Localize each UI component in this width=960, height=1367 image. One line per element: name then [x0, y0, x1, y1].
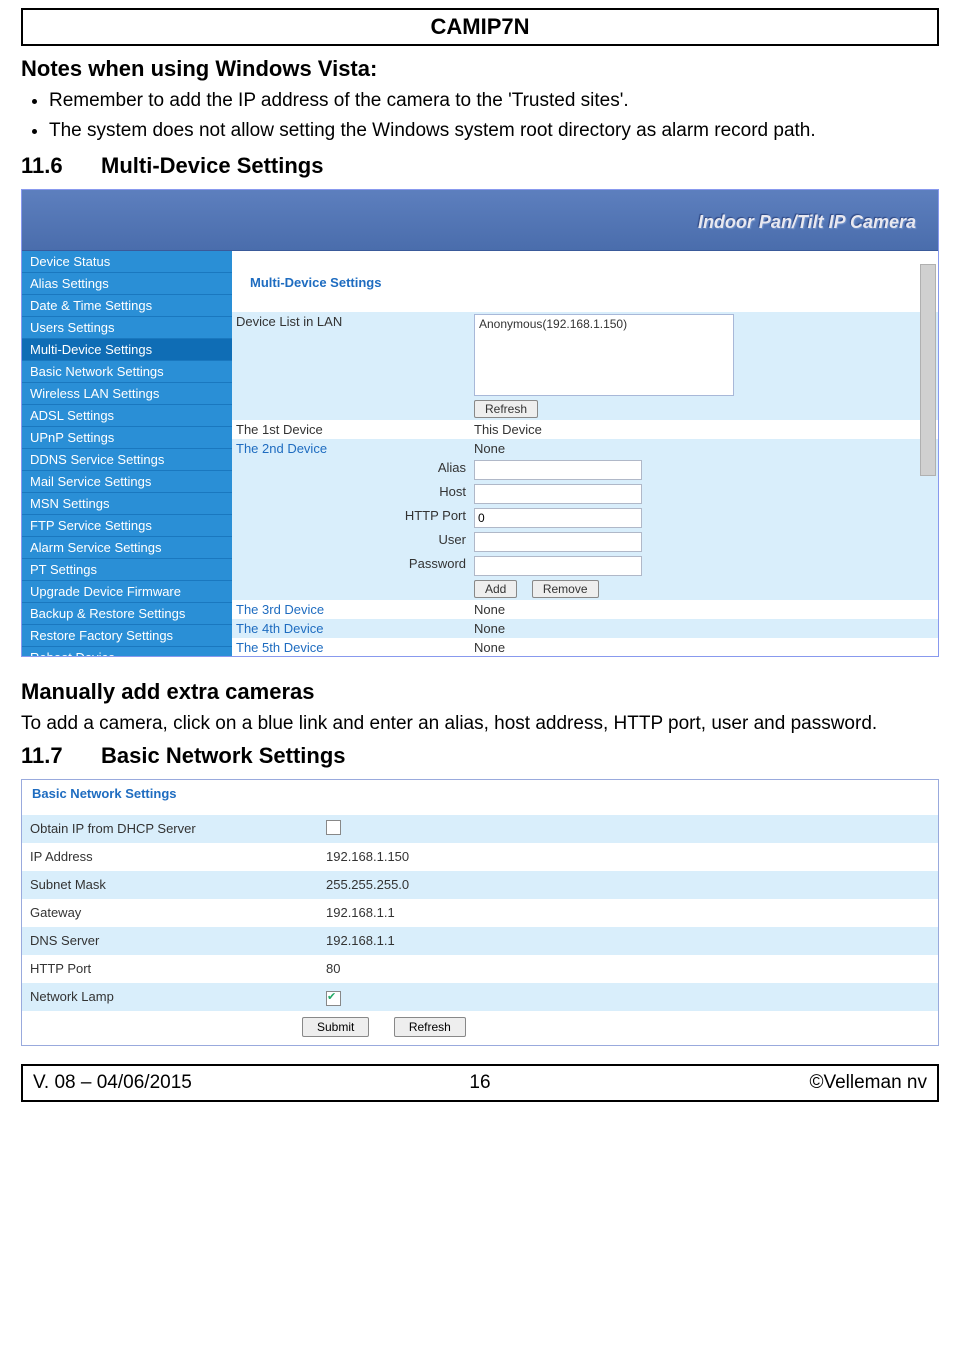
dns-server-label: DNS Server [22, 927, 318, 955]
notes-bullet: The system does not allow setting the Wi… [49, 118, 939, 144]
button-row: Submit Refresh [22, 1011, 938, 1045]
user-label: User [232, 530, 470, 554]
device-list-entry[interactable]: Anonymous(192.168.1.150) [479, 317, 627, 331]
sidebar-item-backup[interactable]: Backup & Restore Settings [22, 603, 232, 625]
http-port-label: HTTP Port [22, 955, 318, 983]
multi-device-screenshot: Indoor Pan/Tilt IP Camera Device Status … [21, 189, 939, 657]
network-lamp-label: Network Lamp [22, 983, 318, 1011]
section-title: Basic Network Settings [101, 743, 346, 769]
dhcp-label: Obtain IP from DHCP Server [22, 815, 318, 843]
settings-sidebar: Device Status Alias Settings Date & Time… [22, 251, 232, 657]
host-input[interactable] [474, 484, 642, 504]
dns-server-value: 192.168.1.1 [318, 927, 938, 955]
http-port-label: HTTP Port [232, 506, 470, 530]
footer-version-date: V. 08 – 04/06/2015 [33, 1072, 440, 1094]
host-label: Host [232, 482, 470, 506]
sidebar-item-pt[interactable]: PT Settings [22, 559, 232, 581]
sidebar-item-reboot[interactable]: Reboot Device [22, 647, 232, 657]
device-list-label: Device List in LAN [232, 312, 470, 420]
subnet-mask-label: Subnet Mask [22, 871, 318, 899]
gateway-value: 192.168.1.1 [318, 899, 938, 927]
sidebar-item-date-time[interactable]: Date & Time Settings [22, 295, 232, 317]
password-input[interactable] [474, 556, 642, 576]
section-number: 11.7 [21, 743, 81, 769]
notes-bullet-list: Remember to add the IP address of the ca… [49, 88, 939, 143]
product-title-box: CAMIP7N [21, 8, 939, 46]
http-port-input[interactable] [474, 508, 642, 528]
sidebar-item-device-status[interactable]: Device Status [22, 251, 232, 273]
sidebar-item-upgrade[interactable]: Upgrade Device Firmware [22, 581, 232, 603]
ip-address-value: 192.168.1.150 [318, 843, 938, 871]
section-title: Multi-Device Settings [101, 153, 323, 179]
basic-network-screenshot: Basic Network Settings Obtain IP from DH… [21, 779, 939, 1046]
dhcp-checkbox[interactable] [326, 820, 341, 835]
alias-input[interactable] [474, 460, 642, 480]
sidebar-item-users[interactable]: Users Settings [22, 317, 232, 339]
submit-button[interactable]: Submit [302, 1017, 369, 1037]
add-button[interactable]: Add [474, 580, 517, 598]
sidebar-item-alias-settings[interactable]: Alias Settings [22, 273, 232, 295]
second-device-link[interactable]: The 2nd Device [232, 439, 470, 458]
banner-title: Indoor Pan/Tilt IP Camera [698, 212, 916, 233]
device-list-box[interactable]: Anonymous(192.168.1.150) [474, 314, 734, 396]
product-code: CAMIP7N [430, 14, 529, 39]
third-device-link[interactable]: The 3rd Device [232, 600, 470, 619]
remove-button[interactable]: Remove [532, 580, 599, 598]
fourth-device-link[interactable]: The 4th Device [232, 619, 470, 638]
ip-address-label: IP Address [22, 843, 318, 871]
notes-heading: Notes when using Windows Vista: [21, 56, 939, 82]
footer-copyright: ©Velleman nv [520, 1072, 927, 1094]
page-footer: V. 08 – 04/06/2015 16 ©Velleman nv [21, 1064, 939, 1102]
sidebar-item-restore[interactable]: Restore Factory Settings [22, 625, 232, 647]
sidebar-item-basic-network[interactable]: Basic Network Settings [22, 361, 232, 383]
sidebar-item-ddns[interactable]: DDNS Service Settings [22, 449, 232, 471]
section-number: 11.6 [21, 153, 81, 179]
sidebar-item-ftp[interactable]: FTP Service Settings [22, 515, 232, 537]
user-input[interactable] [474, 532, 642, 552]
sidebar-item-wireless-lan[interactable]: Wireless LAN Settings [22, 383, 232, 405]
notes-bullet: Remember to add the IP address of the ca… [49, 88, 939, 114]
http-port-value: 80 [318, 955, 938, 983]
sidebar-item-alarm[interactable]: Alarm Service Settings [22, 537, 232, 559]
fifth-device-link[interactable]: The 5th Device [232, 638, 470, 657]
section-11-6-heading: 11.6 Multi-Device Settings [21, 153, 939, 179]
fourth-device-value: None [470, 619, 938, 638]
third-device-value: None [470, 600, 938, 619]
first-device-value: This Device [470, 420, 938, 439]
refresh-button[interactable]: Refresh [394, 1017, 466, 1037]
gateway-label: Gateway [22, 899, 318, 927]
first-device-label: The 1st Device [232, 420, 470, 439]
alias-label: Alias [232, 458, 470, 482]
panel-title: Multi-Device Settings [232, 251, 938, 312]
section-11-7-heading: 11.7 Basic Network Settings [21, 743, 939, 769]
sidebar-item-mail[interactable]: Mail Service Settings [22, 471, 232, 493]
network-lamp-checkbox[interactable] [326, 991, 341, 1006]
multi-device-panel: Multi-Device Settings Device List in LAN… [232, 251, 938, 657]
password-label: Password [232, 554, 470, 578]
sidebar-item-multi-device[interactable]: Multi-Device Settings [22, 339, 232, 361]
scrollbar-thumb[interactable] [920, 264, 936, 476]
footer-page-number: 16 [440, 1072, 520, 1094]
sidebar-item-adsl[interactable]: ADSL Settings [22, 405, 232, 427]
subnet-mask-value: 255.255.255.0 [318, 871, 938, 899]
manual-add-text: To add a camera, click on a blue link an… [21, 711, 939, 737]
refresh-button[interactable]: Refresh [474, 400, 538, 418]
camera-ui-banner: Indoor Pan/Tilt IP Camera [22, 190, 938, 251]
panel-title: Basic Network Settings [22, 780, 938, 815]
sidebar-item-upnp[interactable]: UPnP Settings [22, 427, 232, 449]
sidebar-item-msn[interactable]: MSN Settings [22, 493, 232, 515]
second-device-value: None [470, 439, 938, 458]
manual-add-heading: Manually add extra cameras [21, 679, 939, 705]
fifth-device-value: None [470, 638, 938, 657]
